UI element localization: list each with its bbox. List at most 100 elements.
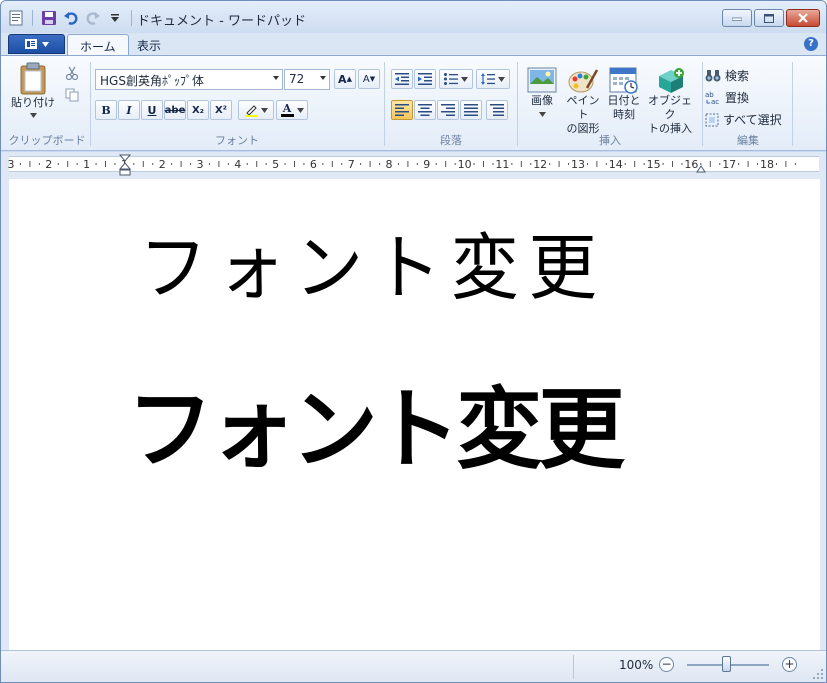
align-left-icon <box>395 104 409 116</box>
ruler-number: 1 <box>83 158 90 171</box>
ruler-tick <box>785 161 787 167</box>
italic-button[interactable]: I <box>118 100 140 120</box>
document-text-line-2[interactable]: フォント変更 <box>127 359 625 486</box>
bullet-list-button[interactable] <box>439 69 473 89</box>
indent-marker-icon[interactable] <box>119 154 131 176</box>
close-button[interactable] <box>786 9 820 27</box>
paint-palette-icon <box>568 69 599 93</box>
ruler-tick <box>190 163 192 165</box>
paint-drawing-button[interactable]: ペイント の図形 <box>562 66 604 136</box>
find-button[interactable]: 検索 <box>705 67 749 84</box>
ruler-tick <box>133 163 135 165</box>
decrease-indent-button[interactable] <box>391 69 413 89</box>
ruler-tick <box>435 163 437 165</box>
save-icon[interactable] <box>40 9 58 27</box>
zoom-in-button[interactable]: + <box>782 657 797 672</box>
select-all-button[interactable]: すべて選択 <box>705 111 782 128</box>
cut-icon[interactable] <box>65 66 79 83</box>
subscript-button[interactable]: X₂ <box>187 100 209 120</box>
zoom-out-button[interactable]: − <box>659 657 674 672</box>
tab-home[interactable]: ホーム <box>67 34 129 55</box>
zoom-level-text[interactable]: 100% <box>619 658 653 672</box>
font-group-label: フォント <box>215 134 259 147</box>
clipboard-group: 貼り付け クリップボード <box>5 60 89 150</box>
tab-view[interactable]: 表示 <box>125 34 173 55</box>
paragraph-settings-button[interactable] <box>486 100 508 120</box>
insert-group-label: 挿入 <box>599 134 621 147</box>
line-spacing-button[interactable] <box>476 69 510 89</box>
ruler-tick <box>246 163 248 165</box>
font-color-icon: A <box>282 102 292 115</box>
select-all-icon <box>705 113 719 126</box>
ruler-tick <box>634 161 636 167</box>
resize-grip-icon[interactable] <box>813 669 823 679</box>
replace-icon: abac <box>705 91 719 105</box>
ruler-tick <box>483 161 484 167</box>
help-icon[interactable]: ? <box>804 37 818 51</box>
ruler-number: 7 <box>348 158 355 171</box>
underline-button[interactable]: U <box>141 100 163 120</box>
zoom-slider-thumb[interactable] <box>722 656 731 672</box>
ruler-tick <box>605 163 607 165</box>
chevron-down-icon <box>461 76 468 82</box>
date-time-button[interactable]: 日付と 時刻 <box>606 66 642 122</box>
minimize-button[interactable] <box>722 9 752 27</box>
ruler-tick <box>76 163 78 165</box>
align-right-button[interactable] <box>437 100 459 120</box>
window-title: ドキュメント - ワードパッド <box>137 14 306 29</box>
ruler-number: 11 <box>495 158 509 171</box>
ruler-tick <box>624 163 626 165</box>
copy-icon[interactable] <box>65 88 79 105</box>
redo-icon[interactable] <box>84 9 102 27</box>
ruler-tick <box>19 163 21 165</box>
ruler-tick <box>747 161 749 167</box>
ruler-number: 4 <box>234 158 241 171</box>
ruler-tick <box>227 163 229 165</box>
document-text-line-1[interactable]: フォント変更 <box>139 209 606 314</box>
application-menu-button[interactable] <box>8 34 65 54</box>
ruler-tick <box>341 163 343 165</box>
customize-qat-icon[interactable] <box>106 9 124 27</box>
document-page[interactable]: フォント変更 フォント変更 <box>9 179 820 650</box>
ruler-tick <box>142 161 144 167</box>
wordpad-app-icon[interactable] <box>7 9 25 27</box>
maximize-icon <box>764 13 774 23</box>
strikethrough-button[interactable]: abe <box>164 100 186 120</box>
ruler-number: 10 <box>458 158 472 171</box>
shrink-font-button[interactable]: A ▼ <box>358 69 380 89</box>
justify-button[interactable] <box>460 100 482 120</box>
ruler-tick <box>379 163 381 165</box>
replace-button[interactable]: ab ac 置換 <box>705 89 749 106</box>
bold-button[interactable]: B <box>95 100 117 120</box>
line-spacing-icon <box>481 73 495 85</box>
paste-button[interactable]: 貼り付け <box>11 62 55 118</box>
grow-font-button[interactable]: A ▲ <box>334 69 356 89</box>
ruler-tick <box>218 161 220 167</box>
editing-group-label: 編集 <box>737 134 759 147</box>
align-left-button[interactable] <box>391 100 413 120</box>
svg-text:ac: ac <box>711 98 719 105</box>
undo-icon[interactable] <box>62 9 80 27</box>
chevron-down-icon <box>498 76 505 82</box>
align-center-button[interactable] <box>414 100 436 120</box>
chevron-down-icon <box>538 112 546 117</box>
decrease-indent-icon <box>395 73 409 85</box>
increase-indent-button[interactable] <box>414 69 436 89</box>
right-indent-marker-icon[interactable] <box>696 165 706 173</box>
font-family-select[interactable]: HGS創英角ﾎﾟｯﾌﾟ体 <box>95 69 283 90</box>
highlight-color-button[interactable] <box>238 100 274 120</box>
justify-icon <box>464 104 478 116</box>
ruler-number: 6 <box>310 158 317 171</box>
insert-image-button[interactable]: 画像 <box>524 66 560 117</box>
ruler-number: 8 <box>386 158 393 171</box>
superscript-button[interactable]: X² <box>210 100 232 120</box>
font-size-select[interactable]: 72 <box>284 69 330 90</box>
maximize-button[interactable] <box>754 9 784 27</box>
font-family-value: HGS創英角ﾎﾟｯﾌﾟ体 <box>100 74 204 88</box>
document-area: フォント変更 フォント変更 <box>1 177 826 650</box>
chevron-down-icon <box>273 76 279 80</box>
font-color-button[interactable]: A <box>276 100 308 120</box>
insert-object-button[interactable]: オブジェク トの挿入 <box>644 66 696 136</box>
ruler-tick <box>473 163 475 165</box>
group-separator <box>384 62 385 146</box>
